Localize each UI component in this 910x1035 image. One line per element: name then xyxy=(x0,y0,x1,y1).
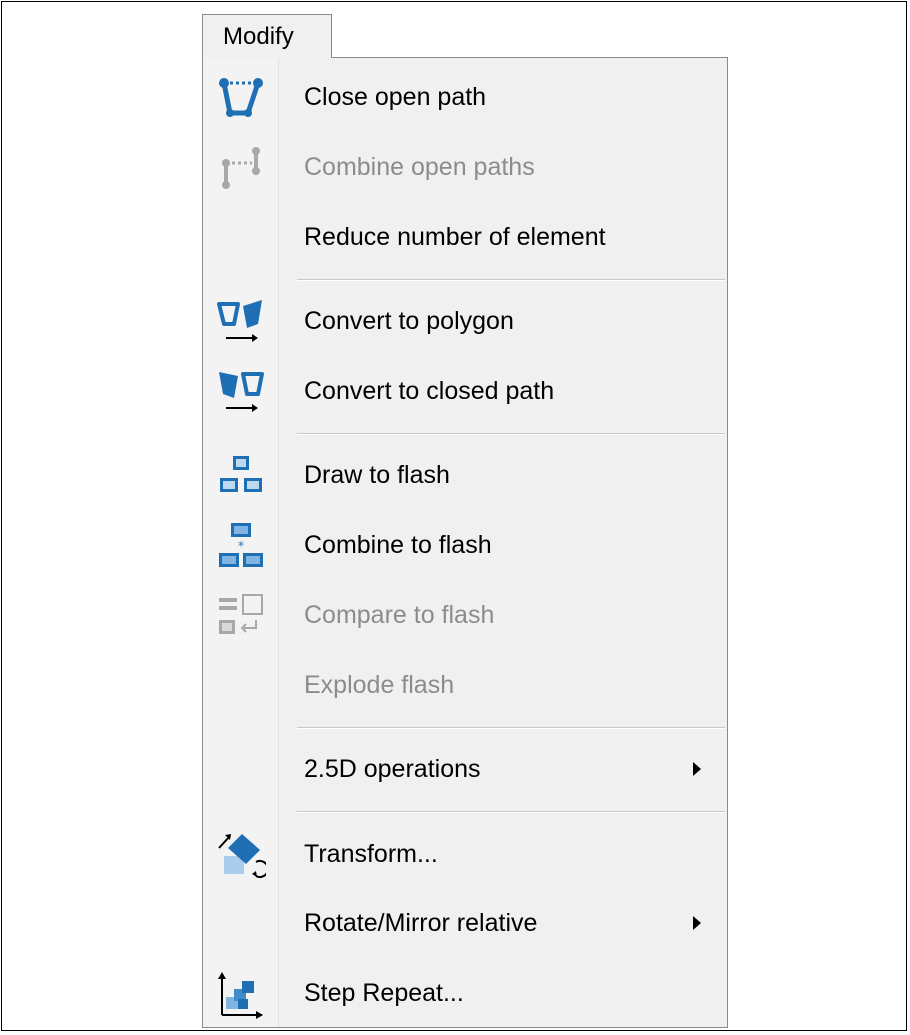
menu-item-label: Draw to flash xyxy=(304,461,450,489)
menu-item-transform[interactable]: Transform... xyxy=(203,820,727,888)
menu-separator xyxy=(297,279,725,281)
menu-item-label: Explode flash xyxy=(304,671,455,699)
submenu-arrow-icon xyxy=(693,762,701,776)
menu-item-combine-to-flash[interactable]: * Combine to flash xyxy=(203,511,727,579)
menu-item-label: Rotate/Mirror relative xyxy=(304,909,538,937)
menu-item-label: Combine to flash xyxy=(304,531,492,559)
menu-separator xyxy=(297,811,725,813)
menu-item-combine-open-paths[interactable]: Combine open paths xyxy=(203,133,727,201)
modify-menu-title: Modify xyxy=(223,23,294,50)
modify-dropdown-menu: Close open path Combine open paths Reduc… xyxy=(202,57,728,1028)
svg-text:*: * xyxy=(238,539,244,553)
menu-item-explode-flash[interactable]: Explode flash xyxy=(203,651,727,719)
menu-separator xyxy=(297,727,725,729)
menu-item-label: Reduce number of element xyxy=(304,223,606,251)
menu-item-label: 2.5D operations xyxy=(304,755,481,783)
menu-item-label: Compare to flash xyxy=(304,601,495,629)
menu-item-2-5d-operations[interactable]: 2.5D operations xyxy=(203,735,727,803)
close-path-icon xyxy=(213,73,269,123)
modify-menu-tab[interactable]: Modify xyxy=(202,14,332,58)
transform-icon xyxy=(213,830,269,880)
draw-to-flash-icon xyxy=(213,451,269,501)
menu-separator xyxy=(297,433,725,435)
convert-polygon-icon xyxy=(213,297,269,347)
combine-to-flash-icon: * xyxy=(213,521,269,571)
menu-item-draw-to-flash[interactable]: Draw to flash xyxy=(203,441,727,509)
compare-to-flash-icon xyxy=(213,591,269,641)
menu-item-label: Convert to polygon xyxy=(304,307,514,335)
menu-item-reduce-number-of-element[interactable]: Reduce number of element xyxy=(203,203,727,271)
menu-item-label: Convert to closed path xyxy=(304,377,555,405)
menu-item-step-repeat[interactable]: Step Repeat... xyxy=(203,959,727,1027)
menu-item-label: Transform... xyxy=(304,840,438,868)
menu-item-label: Step Repeat... xyxy=(304,979,464,1007)
combine-paths-icon xyxy=(213,143,269,193)
menu-item-compare-to-flash[interactable]: Compare to flash xyxy=(203,581,727,649)
convert-closed-path-icon xyxy=(213,367,269,417)
menu-item-label: Combine open paths xyxy=(304,153,535,181)
menu-item-rotate-mirror-relative[interactable]: Rotate/Mirror relative xyxy=(203,889,727,957)
menu-item-close-open-path[interactable]: Close open path xyxy=(203,63,727,131)
menu-item-convert-to-polygon[interactable]: Convert to polygon xyxy=(203,287,727,355)
submenu-arrow-icon xyxy=(693,916,701,930)
menu-item-convert-to-closed-path[interactable]: Convert to closed path xyxy=(203,357,727,425)
step-repeat-icon xyxy=(213,969,269,1019)
menu-item-label: Close open path xyxy=(304,83,487,111)
